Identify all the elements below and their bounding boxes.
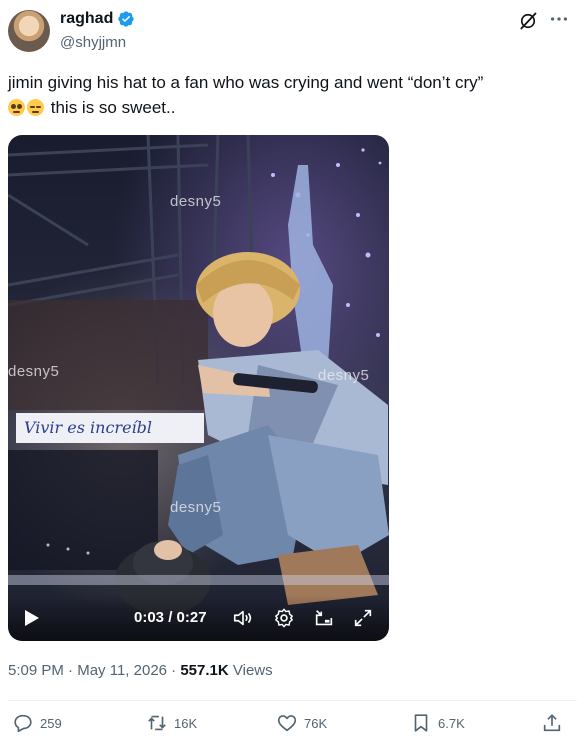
- video-time-separator: /: [164, 609, 177, 626]
- volume-icon[interactable]: [232, 607, 254, 629]
- author-name-row[interactable]: raghad: [60, 10, 135, 28]
- action-bar: 259 16K 76K 6.7K: [0, 712, 585, 742]
- like-count: 76K: [304, 715, 328, 731]
- display-name[interactable]: raghad: [60, 10, 113, 28]
- tweet-text: jimin giving his hat to a fan who was cr…: [8, 70, 573, 120]
- stage-banner: Vivir es increíbl: [16, 413, 204, 443]
- meta-separator: ·: [167, 662, 181, 679]
- reply-icon: [14, 714, 32, 733]
- divider: [8, 700, 577, 701]
- grok-icon[interactable]: [518, 11, 538, 31]
- reply-count: 259: [40, 715, 62, 731]
- meta-separator: ·: [63, 662, 78, 679]
- heart-icon: [277, 715, 297, 732]
- views-count: 557.1K: [180, 662, 229, 679]
- fullscreen-icon[interactable]: [352, 607, 374, 629]
- verified-badge-icon: [118, 11, 135, 27]
- pleading-face-emoji: [8, 99, 25, 116]
- video-time-current: 0:03: [134, 609, 165, 626]
- author-handle[interactable]: @shyjjmn: [60, 34, 126, 51]
- watermark: desny5: [8, 363, 60, 380]
- bookmark-button[interactable]: 6.7K: [410, 712, 465, 734]
- video-player[interactable]: Vivir es increíbl desny5 desny5 desny5 d…: [8, 135, 389, 641]
- tweet-text-line2: this is so sweet..: [8, 95, 573, 120]
- views-label: Views: [228, 662, 273, 679]
- tweet-meta: 5:09 PM · May 11, 2026 · 557.1K Views: [8, 662, 273, 679]
- repost-button[interactable]: 16K: [146, 712, 197, 734]
- tweet-text-line1: jimin giving his hat to a fan who was cr…: [8, 73, 484, 92]
- play-icon[interactable]: [24, 609, 40, 627]
- watermark: desny5: [318, 367, 370, 384]
- avatar[interactable]: [8, 10, 50, 52]
- repost-icon: [148, 715, 166, 731]
- settings-gear-icon[interactable]: [273, 607, 295, 629]
- picture-in-picture-icon[interactable]: [313, 607, 335, 629]
- bookmark-count: 6.7K: [438, 715, 465, 731]
- tweet-date[interactable]: May 11, 2026: [77, 662, 167, 679]
- watermark: desny5: [170, 193, 222, 210]
- video-controls: 0:03 / 0:27: [8, 595, 389, 641]
- tweet-time[interactable]: 5:09 PM: [8, 662, 64, 679]
- bookmark-icon: [414, 714, 428, 732]
- video-time: 0:03 / 0:27: [134, 609, 207, 626]
- more-options-icon[interactable]: [548, 8, 570, 30]
- share-icon: [543, 714, 561, 732]
- like-button[interactable]: 76K: [276, 712, 327, 734]
- video-time-total: 0:27: [176, 609, 207, 626]
- tweet-text-line2-text: this is so sweet..: [50, 98, 176, 117]
- repost-count: 16K: [174, 715, 198, 731]
- reply-button[interactable]: 259: [12, 712, 62, 734]
- video-frame: [8, 135, 389, 615]
- pensive-face-emoji: [27, 99, 44, 116]
- share-button[interactable]: [541, 712, 563, 734]
- watermark: desny5: [170, 499, 222, 516]
